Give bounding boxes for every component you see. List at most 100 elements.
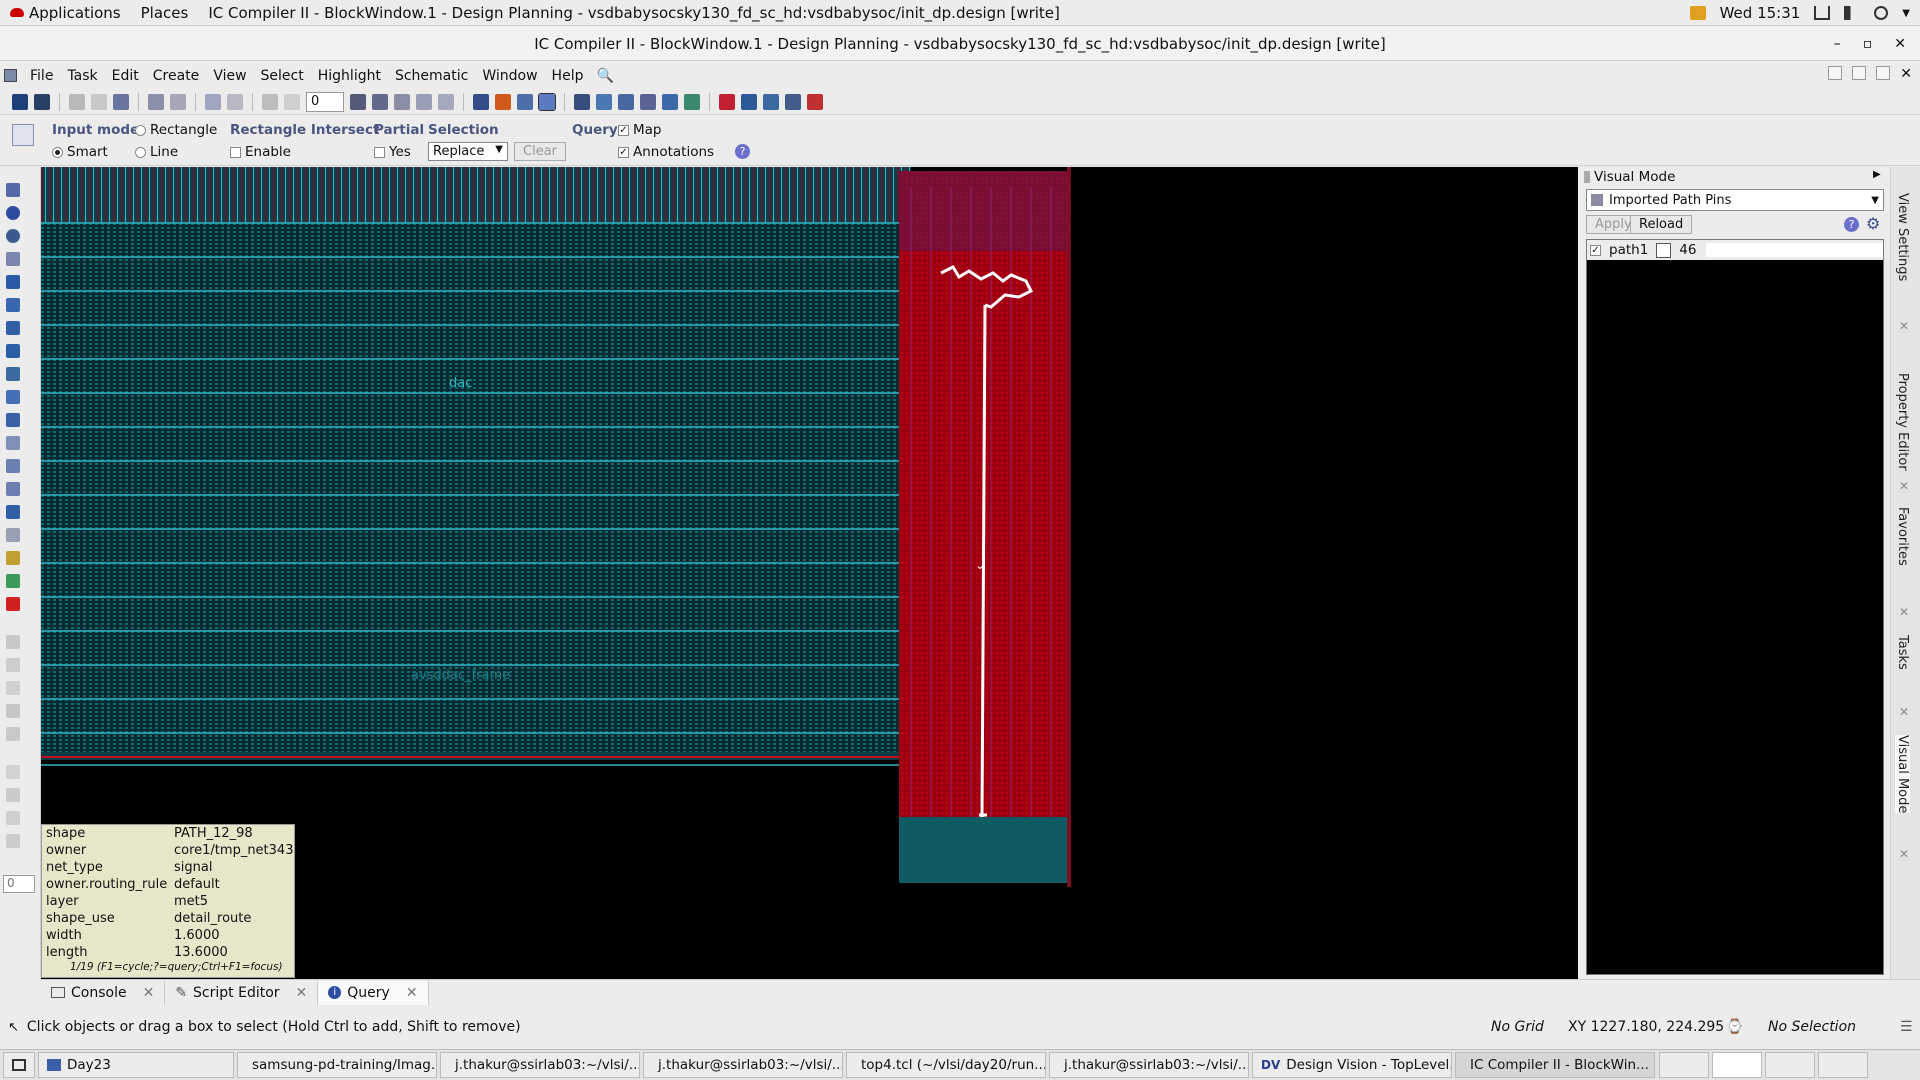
power-icon[interactable]	[1874, 6, 1889, 20]
menu-window[interactable]: Window	[475, 68, 544, 84]
checklist-icon[interactable]	[763, 93, 779, 110]
reload-button[interactable]: Reload	[1630, 215, 1693, 234]
level-spinbox[interactable]: 0	[306, 91, 344, 112]
tab-tasks[interactable]: Tasks	[1895, 635, 1910, 670]
array-icon[interactable]	[6, 482, 20, 496]
layer-spinbox[interactable]: 0	[3, 875, 35, 893]
taskbar-item-day23[interactable]: Day23	[38, 1052, 234, 1078]
workspace-2[interactable]	[1712, 1052, 1762, 1078]
gear-icon[interactable]: ⚙	[1866, 214, 1880, 233]
system-menu-arrow-icon[interactable]: ▼	[1902, 8, 1910, 19]
tasks-icon[interactable]	[785, 93, 801, 110]
tile-icon[interactable]	[1828, 66, 1843, 80]
csv-icon[interactable]	[807, 93, 823, 110]
spread-icon[interactable]	[416, 93, 432, 110]
menu-highlight[interactable]: Highlight	[311, 68, 388, 84]
align-icon[interactable]	[372, 93, 388, 110]
enable-checkbox[interactable]: Enable	[230, 144, 291, 160]
network-icon[interactable]	[1814, 6, 1831, 20]
edit-icon[interactable]	[6, 704, 20, 718]
clock[interactable]: Wed 15:31	[1720, 4, 1801, 22]
clear-button[interactable]: Clear	[514, 142, 566, 161]
menu-create[interactable]: Create	[146, 68, 207, 84]
pin-tool-icon[interactable]	[6, 367, 20, 381]
path-visible-checkbox[interactable]: ✓	[1590, 244, 1601, 256]
power-plan-icon[interactable]	[640, 93, 656, 110]
workspace-4[interactable]	[1818, 1052, 1868, 1078]
close-tab-icon[interactable]: ✕	[1899, 479, 1909, 493]
text-icon[interactable]	[6, 834, 20, 848]
select-arrow-icon[interactable]	[6, 183, 20, 197]
map-checkbox[interactable]: ✓ Map	[618, 122, 662, 138]
close-window-icon[interactable]: ✕	[1894, 36, 1906, 52]
close-tab-icon[interactable]: ✕	[1899, 605, 1909, 619]
zoom-out-icon[interactable]	[227, 93, 243, 110]
close-icon[interactable]: ✕	[296, 985, 308, 1001]
grid-icon[interactable]	[6, 681, 20, 695]
save-icon[interactable]	[34, 93, 50, 110]
tab-script-editor[interactable]: ✎ Script Editor ✕	[165, 980, 319, 1005]
delete-tool-icon[interactable]	[6, 597, 20, 611]
path-color-swatch[interactable]	[1656, 242, 1672, 258]
collapse-arrow-icon[interactable]: ▶	[1873, 169, 1881, 180]
workspace-1[interactable]	[1659, 1052, 1709, 1078]
close-icon[interactable]: ✕	[143, 985, 155, 1001]
floorplan-icon[interactable]	[596, 93, 612, 110]
ruler-icon[interactable]	[6, 321, 20, 335]
info-icon[interactable]	[6, 206, 20, 220]
select-tool-icon[interactable]	[12, 124, 34, 146]
yes-checkbox[interactable]: Yes	[374, 144, 411, 160]
timing-icon[interactable]	[618, 93, 634, 110]
help-icon[interactable]: ?	[1844, 217, 1859, 232]
net-icon[interactable]	[495, 93, 511, 110]
copy-icon[interactable]	[6, 436, 20, 450]
help-icon[interactable]: ?	[735, 144, 750, 159]
zoom-in-icon[interactable]	[205, 93, 221, 110]
group-icon[interactable]	[6, 528, 20, 542]
snap-icon[interactable]	[113, 93, 129, 110]
duplicate-icon[interactable]	[6, 459, 20, 473]
menu-select[interactable]: Select	[254, 68, 311, 84]
unlock-icon[interactable]	[6, 658, 20, 672]
redo-icon[interactable]	[284, 93, 300, 110]
tab-visual-mode[interactable]: Visual Mode	[1895, 735, 1910, 814]
pin-icon[interactable]	[350, 93, 366, 110]
bound-icon[interactable]	[6, 551, 20, 565]
search-icon[interactable]: 🔍	[596, 68, 613, 84]
rectangle-radio[interactable]: Rectangle	[135, 122, 217, 138]
tab-property-editor[interactable]: Property Editor	[1895, 373, 1910, 471]
rectangle-tool-icon[interactable]	[6, 252, 20, 266]
menu-schematic[interactable]: Schematic	[388, 68, 475, 84]
poly-icon[interactable]	[6, 788, 20, 802]
smart-radio[interactable]: Smart	[52, 144, 108, 160]
cascade-icon[interactable]	[1852, 66, 1867, 80]
congestion-icon[interactable]	[684, 93, 700, 110]
draw-icon[interactable]	[6, 727, 20, 741]
applications-menu[interactable]: Applications	[0, 4, 131, 22]
taskbar-item-design-vision[interactable]: DV Design Vision - TopLevel...	[1252, 1052, 1452, 1078]
box-icon[interactable]	[6, 765, 20, 779]
taskbar-item-icc2[interactable]: IC Compiler II - BlockWin...	[1455, 1052, 1655, 1078]
highlight-icon[interactable]	[538, 92, 556, 111]
show-desktop-button[interactable]	[3, 1052, 35, 1078]
menu-view[interactable]: View	[206, 68, 253, 84]
visual-mode-dropdown[interactable]: Imported Path Pins ▼	[1586, 189, 1884, 211]
taskbar-item-editor[interactable]: top4.tcl (~/vlsi/day20/run...	[846, 1052, 1046, 1078]
split-icon[interactable]	[6, 390, 20, 404]
maximize-icon[interactable]: ▫	[1863, 36, 1873, 52]
tab-query[interactable]: i Query ✕	[318, 980, 429, 1005]
distribute-icon[interactable]	[394, 93, 410, 110]
menu-edit[interactable]: Edit	[105, 68, 146, 84]
workspace-3[interactable]	[1765, 1052, 1815, 1078]
menu-help[interactable]: Help	[545, 68, 591, 84]
via-icon[interactable]	[6, 574, 20, 588]
route-icon[interactable]	[6, 413, 20, 427]
stretch-icon[interactable]	[6, 298, 20, 312]
notification-icon[interactable]	[1689, 6, 1706, 20]
taskbar-item-firefox[interactable]: samsung-pd-training/Imag...	[237, 1052, 437, 1078]
annotations-checkbox[interactable]: ✓ Annotations	[618, 144, 714, 160]
line-radio[interactable]: Line	[135, 144, 178, 160]
report-icon[interactable]	[741, 93, 757, 110]
zoom-icon[interactable]	[6, 229, 20, 243]
tab-favorites[interactable]: Favorites	[1895, 507, 1910, 566]
